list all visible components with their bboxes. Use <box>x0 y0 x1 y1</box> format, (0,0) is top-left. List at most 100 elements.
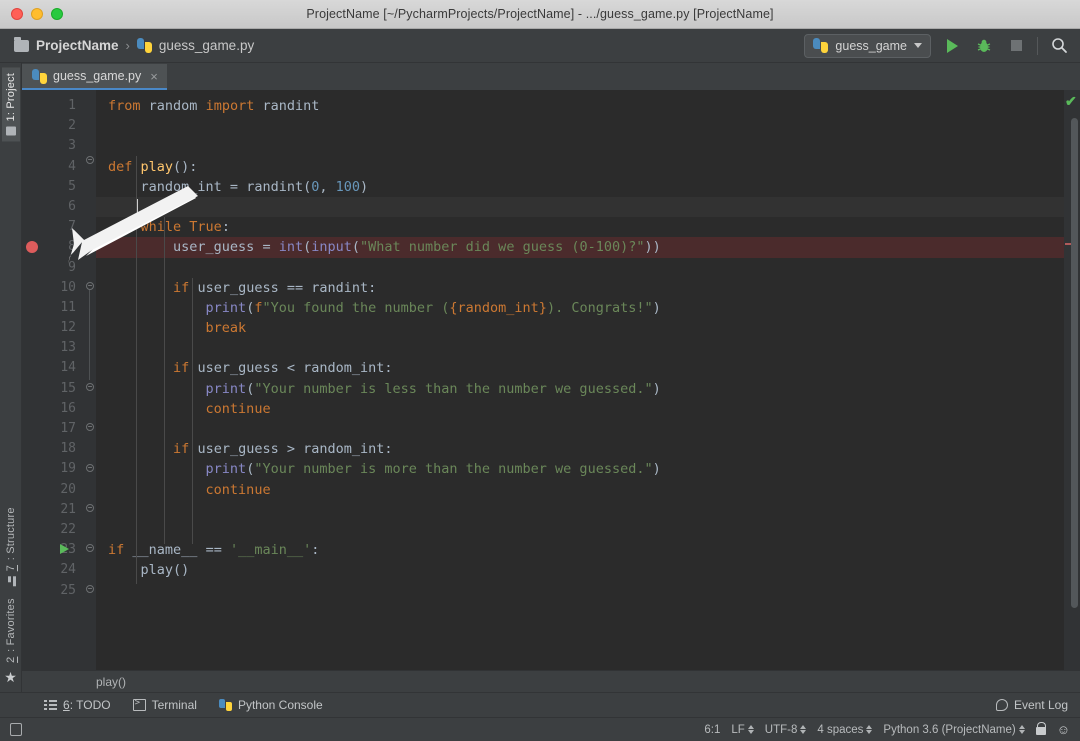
line-number: 10 <box>60 279 76 295</box>
line-number: 25 <box>60 582 76 598</box>
code-line[interactable]: if user_guess > random_int: <box>96 439 1064 459</box>
event-log-label: Event Log <box>1013 698 1068 712</box>
tool-window-terminal[interactable]: Terminal <box>132 698 197 712</box>
code-line[interactable] <box>96 338 1064 358</box>
breadcrumb[interactable]: ProjectName › guess_game.py <box>14 36 254 53</box>
run-line-marker[interactable] <box>60 544 69 554</box>
code-line[interactable]: continue <box>96 399 1064 419</box>
line-number: 2 <box>68 118 76 134</box>
sidebar-item-project[interactable]: 1: Project <box>1 67 20 142</box>
fold-marker[interactable]: − <box>86 156 94 164</box>
fold-marker[interactable]: − <box>86 282 94 290</box>
inspection-status-icon[interactable]: ✔ <box>1065 94 1077 108</box>
editor-column: guess_game.py × 1 2 3 4 5 6 7 8 9 10 11 12 13 14 15 16 1… <box>22 63 1080 692</box>
search-button[interactable] <box>1048 35 1070 57</box>
tool-window-todo[interactable]: 6: TODO <box>44 698 111 712</box>
breadcrumb-separator: › <box>125 38 130 53</box>
interpreter-selector[interactable]: Python 3.6 (ProjectName) <box>883 724 1025 736</box>
sidebar-item-favorites[interactable]: 2: Favorites <box>2 592 20 669</box>
code-line[interactable]: print(f"You found the number ({random_in… <box>96 298 1064 318</box>
breadcrumb-function: play() <box>96 674 127 689</box>
event-log-icon <box>995 699 1008 711</box>
code-folding-strip[interactable]: − − − − − − − − <box>84 90 96 670</box>
breadcrumb-project[interactable]: ProjectName <box>36 38 119 53</box>
line-separator-label: LF <box>731 723 745 736</box>
python-file-icon <box>32 68 47 84</box>
main-toolbar: ProjectName › guess_game.py guess_game <box>0 29 1080 63</box>
fold-marker[interactable]: − <box>86 423 94 431</box>
fold-marker[interactable]: − <box>86 544 94 552</box>
line-number: 7 <box>68 219 76 235</box>
code-line[interactable] <box>96 581 1064 601</box>
code-line[interactable]: random_int = randint(0, 100) <box>96 177 1064 197</box>
window-title: ProjectName [~/PycharmProjects/ProjectNa… <box>306 7 774 21</box>
code-line[interactable]: if user_guess == randint: <box>96 278 1064 298</box>
editor-tab-bar: guess_game.py × <box>22 63 1080 90</box>
fold-marker[interactable]: − <box>86 464 94 472</box>
indent-selector[interactable]: 4 spaces <box>817 723 873 736</box>
encoding-selector[interactable]: UTF-8 <box>765 724 807 736</box>
code-line[interactable]: print("Your number is less than the numb… <box>96 379 1064 399</box>
indent-label: 4 spaces <box>817 723 864 736</box>
marker-bar[interactable]: ✔ <box>1064 90 1080 670</box>
code-line[interactable]: play() <box>96 560 1064 580</box>
left-tool-strip: 1: Project 7: Structure 2: Favorites ★ <box>0 63 22 692</box>
caret-position[interactable]: 6:1 <box>704 724 720 736</box>
tool-window-bar-right: Event Log <box>995 698 1068 712</box>
indent-guide <box>164 217 165 544</box>
code-line[interactable] <box>96 520 1064 540</box>
lock-icon[interactable] <box>1035 722 1046 735</box>
debug-button[interactable] <box>973 35 995 57</box>
close-icon[interactable]: × <box>150 69 158 84</box>
line-number-gutter[interactable]: 1 2 3 4 5 6 7 8 9 10 11 12 13 14 15 16 17 18 19 20 21 22 23 24 2… <box>22 90 84 670</box>
breadcrumb-file[interactable]: guess_game.py <box>159 38 254 53</box>
toggle-tool-windows-icon[interactable] <box>10 723 22 736</box>
code-line[interactable]: print("Your number is more than the numb… <box>96 459 1064 479</box>
indent-guide <box>192 278 193 544</box>
line-number: 20 <box>60 481 76 497</box>
stop-button[interactable] <box>1005 35 1027 57</box>
code-line[interactable]: def play(): <box>96 157 1064 177</box>
line-number: 9 <box>68 259 76 275</box>
run-configuration-selector[interactable]: guess_game <box>804 33 931 58</box>
code-line[interactable]: if __name__ == '__main__': <box>96 540 1064 560</box>
code-line[interactable]: user_guess = int(input("What number did … <box>96 237 1064 258</box>
star-icon[interactable]: ★ <box>4 669 17 686</box>
editor-bottom-breadcrumb[interactable]: play() <box>22 670 1080 692</box>
line-number: 6 <box>68 198 76 214</box>
code-line[interactable]: break <box>96 318 1064 338</box>
code-line[interactable] <box>96 116 1064 136</box>
line-number: 16 <box>60 400 76 416</box>
code-line[interactable] <box>96 196 1064 218</box>
code-line[interactable] <box>96 136 1064 156</box>
hector-inspector-icon[interactable]: ☺ <box>1057 723 1070 736</box>
line-number: 13 <box>60 340 76 356</box>
fold-marker[interactable]: − <box>86 585 94 593</box>
editor-scrollbar[interactable] <box>1071 118 1078 608</box>
terminal-icon <box>132 698 146 711</box>
tool-window-event-log[interactable]: Event Log <box>995 698 1068 712</box>
line-number: 3 <box>68 138 76 154</box>
code-line[interactable] <box>96 258 1064 278</box>
line-separator-selector[interactable]: LF <box>731 723 754 736</box>
todo-list-icon <box>44 699 57 711</box>
python-console-label: Python Console <box>237 698 323 712</box>
run-button[interactable] <box>941 35 963 57</box>
code-line[interactable]: continue <box>96 480 1064 500</box>
code-editor[interactable]: from random import randint def play(): r… <box>96 90 1064 670</box>
up-down-arrows-icon <box>1018 725 1025 734</box>
fold-marker[interactable]: − <box>86 383 94 391</box>
sidebar-item-structure[interactable]: 7: Structure <box>2 501 20 592</box>
fold-marker[interactable]: − <box>86 504 94 512</box>
tool-window-python-console[interactable]: Python Console <box>218 698 323 712</box>
code-line[interactable]: from random import randint <box>96 96 1064 116</box>
code-line[interactable]: while True: <box>96 217 1064 237</box>
title-bar: ProjectName [~/PycharmProjects/ProjectNa… <box>0 0 1080 29</box>
code-line[interactable] <box>96 500 1064 520</box>
code-line[interactable] <box>96 419 1064 439</box>
line-number: 21 <box>60 501 76 517</box>
tab-guess-game-py[interactable]: guess_game.py × <box>22 64 167 90</box>
breakpoint-marker[interactable] <box>26 241 38 253</box>
line-number: 5 <box>68 178 76 194</box>
code-line[interactable]: if user_guess < random_int: <box>96 358 1064 378</box>
